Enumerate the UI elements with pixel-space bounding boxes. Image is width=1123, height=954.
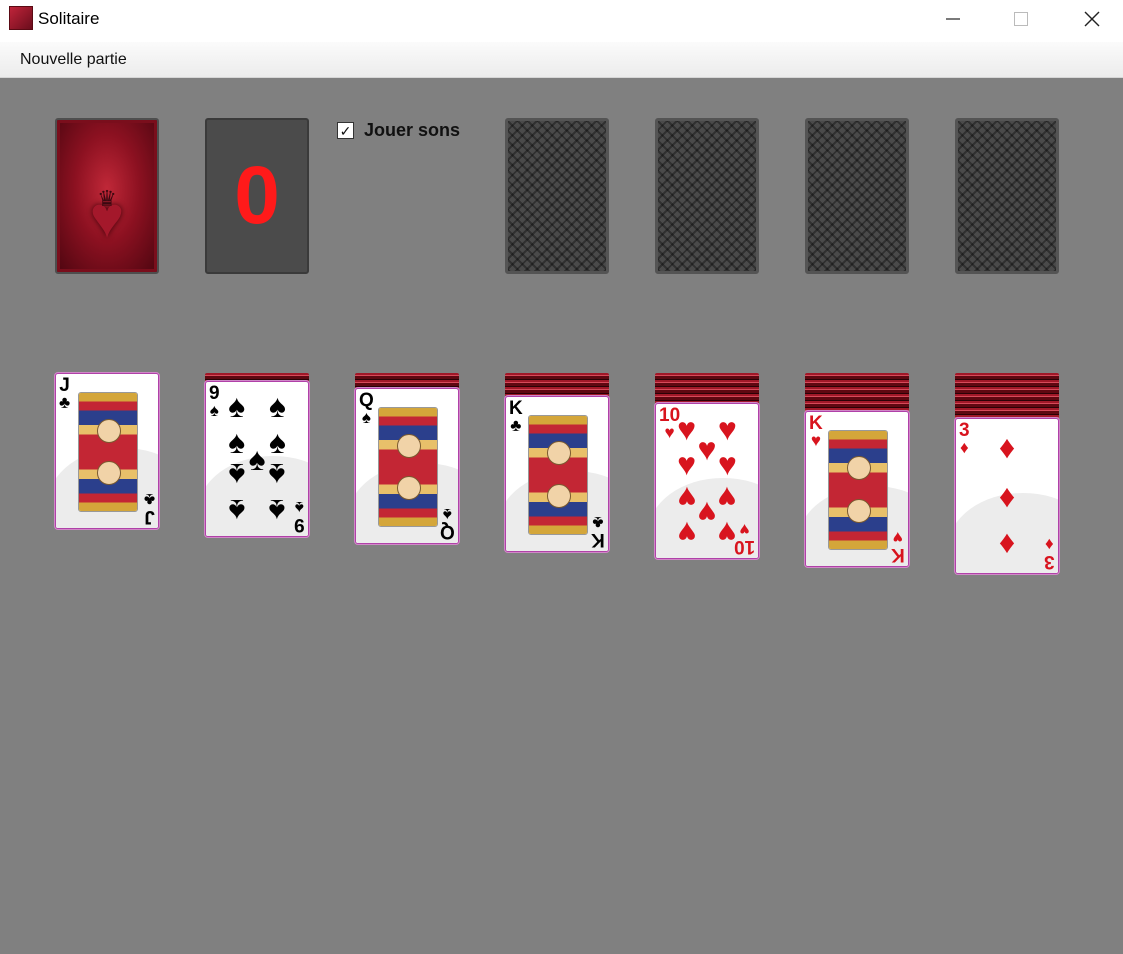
new-game-menu-item[interactable]: Nouvelle partie: [20, 51, 127, 69]
card-suit: ♥: [893, 527, 904, 547]
suit-pip: ♥: [677, 446, 697, 483]
foundation-3[interactable]: [805, 118, 909, 274]
foundation-4[interactable]: [955, 118, 1059, 274]
card-index-bottom: Q ♠: [440, 505, 455, 542]
menu-bar: Nouvelle partie: [0, 42, 1123, 78]
tableau-card[interactable]: ♠ ♠ ♠ ♠ ♠ ♠ ♠ ♠ ♠ 9 ♠ 9 ♠: [205, 380, 309, 537]
card-suit: ♣: [143, 490, 155, 509]
suit-pip: ♠: [248, 440, 266, 477]
tableau-card[interactable]: Q ♠ Q ♠: [355, 388, 459, 544]
card-index-top: 3 ♦: [959, 421, 970, 456]
card-index-bottom: K ♣: [591, 512, 605, 550]
card-index-top: 10 ♥: [659, 406, 680, 441]
card-index-bottom: 3 ♦: [1044, 535, 1055, 572]
card-rank: 10: [733, 536, 755, 557]
card-index-top: K ♣: [509, 399, 523, 434]
card-index-top: Q ♠: [359, 391, 374, 426]
maximize-button[interactable]: [986, 0, 1056, 38]
suit-pip: ♥: [717, 410, 737, 447]
waste-count: 0: [234, 150, 280, 241]
minimize-button[interactable]: [918, 0, 988, 38]
suit-pip: ♥: [697, 495, 717, 532]
checkmark-icon: ✓: [339, 122, 352, 139]
card-rank: K: [591, 528, 605, 550]
title-bar: Solitaire: [0, 0, 1123, 42]
card-rank: K: [509, 397, 523, 419]
card-rank: 9: [294, 513, 305, 535]
court-figure-icon: [78, 392, 138, 512]
card-suit: ♦: [1045, 535, 1055, 554]
card-suit: ♠: [295, 497, 305, 517]
crown-emblem-icon: ♛: [97, 186, 117, 211]
tableau-card[interactable]: ♦ ♦ ♦ 3 ♦ 3 ♦: [955, 418, 1059, 574]
card-suit: ♦: [959, 438, 969, 457]
suit-pip: ♠: [228, 457, 246, 494]
card-suit: ♠: [209, 400, 219, 420]
suit-pip: ♦: [998, 527, 1016, 564]
card-index-bottom: K ♥: [891, 527, 905, 565]
suit-pip: ♠: [228, 388, 246, 425]
tableau-card[interactable]: K ♥ K ♥: [805, 410, 909, 567]
court-figure-icon: [828, 429, 888, 550]
maximize-icon: [1014, 12, 1028, 26]
card-suit: ♥: [810, 430, 821, 450]
suit-pip: ♥: [717, 446, 737, 483]
solitaire-app-icon: [9, 6, 33, 30]
suit-pip: ♠: [268, 388, 286, 425]
sound-label: Jouer sons: [364, 120, 461, 140]
suit-pip: ♥: [677, 479, 697, 516]
card-rank: K: [891, 543, 905, 565]
close-icon: [1084, 11, 1100, 27]
card-index-top: J ♣: [59, 376, 70, 411]
suit-pip: ♠: [268, 492, 286, 529]
suit-pip: ♥: [717, 479, 737, 516]
suit-pip: ♥: [677, 515, 697, 552]
card-suit: ♣: [510, 415, 522, 435]
card-suit: ♠: [361, 408, 371, 427]
card-suit: ♣: [592, 512, 604, 532]
tableau-card[interactable]: K ♣ K ♣: [505, 395, 609, 552]
close-button[interactable]: [1057, 0, 1123, 38]
window-title: Solitaire: [38, 9, 100, 28]
court-figure-icon: [378, 407, 438, 527]
card-suit: ♥: [739, 520, 750, 539]
card-suit: ♥: [664, 423, 675, 442]
card-index-bottom: J ♣: [143, 490, 155, 527]
suit-pip: ♥: [697, 430, 717, 467]
card-rank: 9: [209, 382, 220, 404]
suit-pip: ♠: [228, 492, 246, 529]
suit-pip: ♦: [998, 478, 1016, 514]
suit-pip: ♦: [998, 428, 1016, 465]
card-rank: J: [144, 506, 155, 527]
card-index-top: 9 ♠: [209, 384, 220, 419]
card-rank: K: [809, 412, 823, 434]
card-index-top: K ♥: [809, 414, 823, 449]
court-figure-icon: [528, 414, 588, 535]
foundation-1[interactable]: [505, 118, 609, 274]
suit-pip: ♠: [268, 423, 286, 460]
card-suit: ♣: [59, 393, 71, 412]
card-suit: ♠: [443, 505, 453, 524]
tableau-card[interactable]: J ♣ J ♣: [55, 373, 159, 529]
card-index-bottom: 10 ♥: [733, 520, 755, 557]
suit-pip: ♠: [268, 457, 286, 494]
minimize-icon: [946, 18, 960, 20]
foundation-2[interactable]: [655, 118, 759, 274]
card-rank: 3: [1044, 551, 1055, 572]
tableau-card[interactable]: ♥ ♥ ♥ ♥ ♥ ♥ ♥ ♥ ♥ ♥ 10 ♥ 10 ♥: [655, 403, 759, 559]
sound-toggle[interactable]: ✓ Jouer sons: [337, 120, 460, 141]
card-index-bottom: 9 ♠: [294, 497, 305, 535]
card-rank: Q: [440, 521, 455, 542]
sound-checkbox[interactable]: ✓: [337, 122, 354, 139]
waste-pile[interactable]: 0: [205, 118, 309, 274]
suit-pip: ♠: [228, 423, 246, 460]
stock-pile[interactable]: ♥ ♛: [55, 118, 159, 274]
